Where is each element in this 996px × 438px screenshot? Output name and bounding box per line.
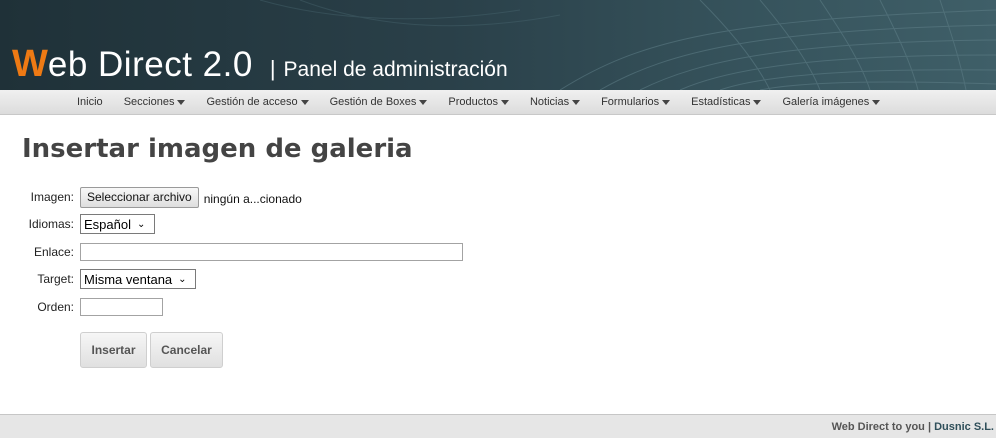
orden-label: Orden: bbox=[37, 300, 74, 314]
nav-item-estadisticas[interactable]: Estadísticas bbox=[691, 96, 762, 108]
caret-down-icon bbox=[419, 99, 428, 105]
insert-button[interactable]: Insertar bbox=[80, 332, 147, 368]
nav-item-inicio[interactable]: Inicio bbox=[77, 96, 103, 108]
nav-list: Inicio Secciones Gestión de acceso Gesti… bbox=[77, 90, 901, 114]
caret-down-icon bbox=[500, 99, 509, 105]
nav-item-label: Gestión de Boxes bbox=[329, 96, 417, 108]
footer-tagline: Web Direct to you | bbox=[831, 421, 932, 433]
nav-item-label: Gestión de acceso bbox=[206, 96, 298, 108]
caret-down-icon bbox=[753, 99, 762, 105]
target-row: Target: Misma ventana ⌄ bbox=[0, 267, 196, 291]
footer: Web Direct to you | Dusnic S.L. bbox=[0, 414, 996, 438]
chevron-down-icon: ⌄ bbox=[136, 218, 146, 230]
idiomas-select[interactable]: Español ⌄ bbox=[80, 214, 155, 234]
brand-separator: | bbox=[269, 56, 276, 81]
app-logo: W eb Direct 2.0 | Panel de administració… bbox=[12, 44, 508, 84]
enlace-row: Enlace: bbox=[0, 240, 463, 264]
idiomas-label: Idiomas: bbox=[28, 217, 74, 231]
nav-item-label: Inicio bbox=[77, 96, 103, 108]
caret-down-icon bbox=[177, 99, 186, 105]
chevron-down-icon: ⌄ bbox=[178, 273, 187, 285]
orden-input[interactable] bbox=[80, 298, 163, 316]
nav-item-formularios[interactable]: Formularios bbox=[601, 96, 671, 108]
nav-item-secciones[interactable]: Secciones bbox=[124, 96, 186, 108]
idiomas-selected-value: Español bbox=[84, 216, 131, 232]
target-label: Target: bbox=[37, 272, 74, 286]
main-nav: Inicio Secciones Gestión de acceso Gesti… bbox=[0, 90, 996, 115]
orden-row: Orden: bbox=[0, 295, 163, 319]
nav-item-label: Productos bbox=[448, 96, 498, 108]
imagen-label: Imagen: bbox=[30, 190, 74, 204]
enlace-input[interactable] bbox=[80, 243, 463, 261]
select-file-button[interactable]: Seleccionar archivo bbox=[80, 186, 199, 208]
nav-item-label: Galería imágenes bbox=[782, 96, 870, 108]
file-status-text: ningún a...cionado bbox=[203, 192, 302, 206]
caret-down-icon bbox=[872, 99, 881, 105]
idiomas-row: Idiomas: Español ⌄ bbox=[0, 212, 155, 236]
brand-subtitle: Panel de administración bbox=[283, 58, 508, 81]
cancel-button[interactable]: Cancelar bbox=[150, 332, 223, 368]
nav-item-label: Secciones bbox=[123, 96, 175, 108]
target-select[interactable]: Misma ventana ⌄ bbox=[80, 269, 196, 289]
nav-item-gestion-boxes[interactable]: Gestión de Boxes bbox=[330, 96, 428, 108]
page-title: Insertar imagen de galeria bbox=[22, 134, 413, 164]
caret-down-icon bbox=[572, 99, 581, 105]
brand-first-letter: W bbox=[12, 43, 48, 85]
caret-down-icon bbox=[662, 99, 671, 105]
nav-item-label: Formularios bbox=[601, 96, 660, 108]
brand-name: eb Direct 2.0 bbox=[47, 45, 253, 84]
enlace-label: Enlace: bbox=[33, 245, 74, 259]
nav-item-label: Noticias bbox=[529, 96, 570, 108]
target-selected-value: Misma ventana bbox=[84, 271, 173, 287]
nav-item-noticias[interactable]: Noticias bbox=[529, 96, 581, 108]
header-banner: W eb Direct 2.0 | Panel de administració… bbox=[0, 0, 996, 90]
nav-item-productos[interactable]: Productos bbox=[448, 96, 509, 108]
nav-item-label: Estadísticas bbox=[691, 96, 751, 108]
caret-down-icon bbox=[300, 99, 309, 105]
nav-item-galeria-imagenes[interactable]: Galería imágenes bbox=[782, 96, 881, 108]
footer-text: Web Direct to you | Dusnic S.L. bbox=[832, 421, 994, 433]
footer-company-link[interactable]: Dusnic S.L. bbox=[934, 421, 994, 433]
imagen-row: Imagen: Seleccionar archivo ningún a...c… bbox=[0, 185, 302, 209]
nav-item-gestion-acceso[interactable]: Gestión de acceso bbox=[206, 96, 309, 108]
